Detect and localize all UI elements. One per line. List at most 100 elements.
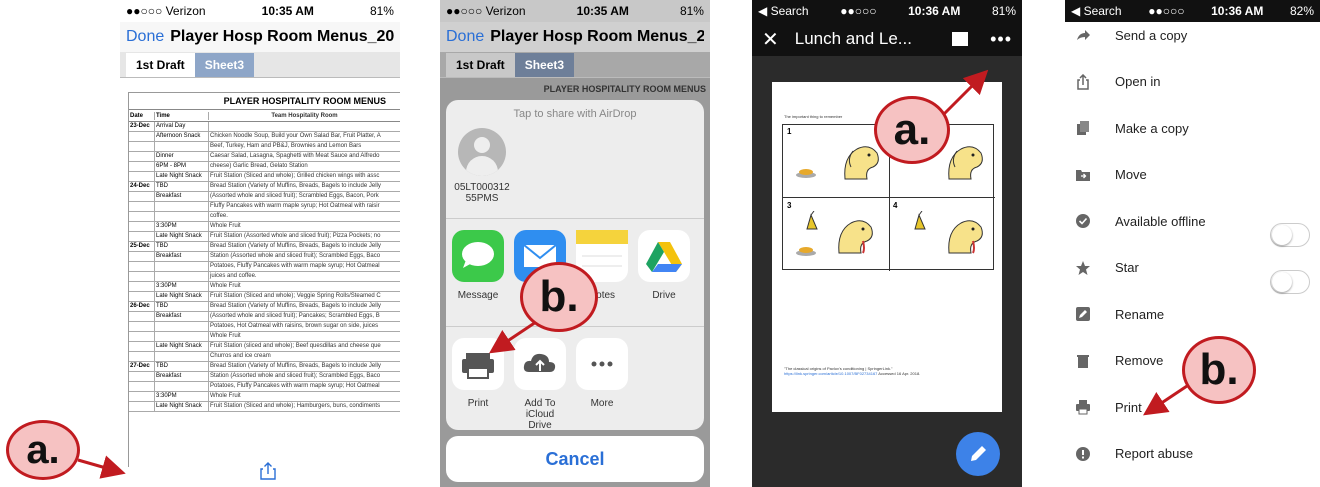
airdrop-note: Tap to share with AirDrop [513,108,637,120]
action-more[interactable]: More [576,338,628,430]
menu-item-rename[interactable]: Rename [1065,291,1320,337]
app-label: Drive [652,290,676,301]
table-row[interactable]: juices and coffee. [129,272,400,282]
menu-item-share-arrow[interactable]: Send a copy [1065,12,1320,58]
menu-item-copy[interactable]: Make a copy [1065,105,1320,151]
dog-illustration [838,220,873,254]
time-label: 10:36 AM [908,4,961,18]
bell-icon [806,211,818,230]
table-row[interactable]: Beef, Turkey, Ham and PB&J, Brownies and… [129,142,400,152]
table-row[interactable]: Whole Fruit [129,332,400,342]
table-row[interactable]: Fluffy Pancakes with warm maple syrup; H… [129,202,400,212]
table-cell [129,142,155,151]
table-row[interactable]: Dinner Caesar Salad, Lasagna, Spaghetti w… [129,152,400,162]
citation-tail: Accessed 16 Apr. 2018. [878,371,921,376]
battery-label: 81% [679,4,704,18]
table-cell: TBD [155,302,209,311]
carrier-label: ●●○○○ [840,4,877,18]
table-cell: 23-Dec [129,122,155,131]
table-row[interactable]: 3:30PM Whole Fruit [129,392,400,402]
sheet-tabs: 1st Draft Sheet3 [440,52,710,78]
menu-item-label: Print [1115,399,1142,415]
status-bar: ◀ Search ●●○○○ 10:36 AM 81% [752,0,1022,22]
table-row[interactable]: Late Night Snack Fruit Station (sliced an… [129,342,400,352]
table-row[interactable]: 24-Dec TBD Bread Station (Variety of Muffi… [129,182,400,192]
table-row[interactable]: Breakfast Station (Assorted whole and sli… [129,372,400,382]
table-row[interactable]: 26-Dec TBD Bread Station (Variety of Muffi… [129,302,400,312]
menu-item-open-in[interactable]: Open in [1065,59,1320,105]
app-drive[interactable]: Drive [638,230,690,301]
menu-item-label: Move [1115,167,1147,182]
menu-item-alert[interactable]: Report abuse [1065,431,1320,477]
dog-illustration [948,146,983,180]
table-cell: Dinner [155,152,209,161]
table-cell: Whole Fruit [210,283,241,289]
document-title: Lunch and Le... [794,29,912,48]
tab-sheet3[interactable]: Sheet3 [514,53,575,77]
table-row[interactable]: 3:30PM Whole Fruit [129,222,400,232]
table-cell [129,392,155,401]
done-button[interactable]: Done [446,28,484,46]
table-row[interactable]: Churros and ice cream [129,352,400,362]
airdrop-contact[interactable]: 05LT000312 55PMS [452,128,512,204]
table-cell: Fruit Station (Sliced and whole); Hambur… [210,403,381,409]
table-row[interactable]: coffee. [129,212,400,222]
move-folder-icon [1076,169,1090,181]
table-row[interactable]: Late Night Snack Fruit Station (Assorted … [129,232,400,242]
star-toggle[interactable] [1270,270,1310,294]
table-cell [129,292,155,301]
available-offline-toggle[interactable] [1270,223,1310,247]
table-row[interactable]: Potatoes, Fluffy Pancakes with warm mapl… [129,382,400,392]
cancel-button[interactable]: Cancel [446,436,704,482]
table-cell: Whole Fruit [210,393,241,399]
tab-1st-draft[interactable]: 1st Draft [126,53,195,77]
table-row[interactable]: Potatoes, Hot Oatmeal with raisins, brow… [129,322,400,332]
table-row[interactable]: 6PM - 8PM cheese) Garlic Bread, Gelato St… [129,162,400,172]
food-bowl-icon [796,169,816,178]
comment-icon[interactable] [952,32,969,46]
table-cell [129,322,155,331]
table-row[interactable]: 3:30PM Whole Fruit [129,282,400,292]
table-cell [209,122,400,131]
table-cell: Late Night Snack [155,342,209,351]
app-messages[interactable]: Message [452,230,504,301]
sheet-title: PLAYER HOSPITALITY ROOM MENUS [129,93,400,110]
table-row[interactable]: Late Night Snack Fruit Station (Sliced an… [129,402,400,412]
back-to-search[interactable]: ◀ Search [758,4,809,18]
nav-bar: Done Player Hosp Room Menus_201... [120,22,400,52]
table-row[interactable]: Late Night Snack Fruit Station (Sliced an… [129,172,400,182]
menu-item-label: Available offline [1115,213,1206,229]
table-row[interactable]: Breakfast (Assorted whole and sliced frui… [129,192,400,202]
table-row[interactable]: Breakfast (Assorted whole and sliced frui… [129,312,400,322]
menu-item-move-folder[interactable]: Move [1065,152,1320,198]
more-icon [576,338,628,390]
tab-sheet3[interactable]: Sheet3 [194,53,255,77]
table-cell: Beef, Turkey, Ham and PB&J, Brownies and… [210,143,362,149]
table-row[interactable]: Afternoon Snack Chicken Noodle Soup, Buil… [129,132,400,142]
app-label: Message [457,290,499,301]
table-row[interactable]: Late Night Snack Fruit Station (Sliced an… [129,292,400,302]
table-row[interactable]: Breakfast Station (Assorted whole and sli… [129,252,400,262]
table-cell: Whole Fruit [210,223,241,229]
table-row[interactable]: 25-Dec TBD Bread Station (Variety of Muffi… [129,242,400,252]
action-icloud[interactable]: Add To iCloud Drive [514,338,566,430]
citation-link[interactable]: https://link.springer.com/article/10.100… [784,371,877,376]
table-row[interactable]: 23-Dec Arrival Day [129,122,400,132]
spreadsheet-grid[interactable]: PLAYER HOSPITALITY ROOM MENUS Date Time … [128,92,400,467]
tab-1st-draft[interactable]: 1st Draft [446,53,515,77]
action-print[interactable]: Print [452,338,504,430]
menu-item-label: Report abuse [1115,446,1194,461]
table-row[interactable]: 27-Dec TBD Bread Station (Variety of Muffi… [129,362,400,372]
table-row[interactable]: Potatoes, Fluffy Pancakes with warm mapl… [129,262,400,272]
more-options-icon[interactable]: ••• [990,29,1012,50]
contact-name-line-1: 05LT000312 [454,182,510,193]
table-cell [129,212,155,221]
edit-fab-button[interactable] [956,432,1000,476]
rename-icon [1076,307,1090,321]
share-icon[interactable] [260,462,276,480]
carrier-label: ●●○○○ Verizon [446,4,526,18]
copy-icon [1077,121,1089,135]
done-button[interactable]: Done [126,28,164,46]
close-icon[interactable]: ✕ [762,27,779,52]
time-label: 10:35 AM [576,4,629,18]
